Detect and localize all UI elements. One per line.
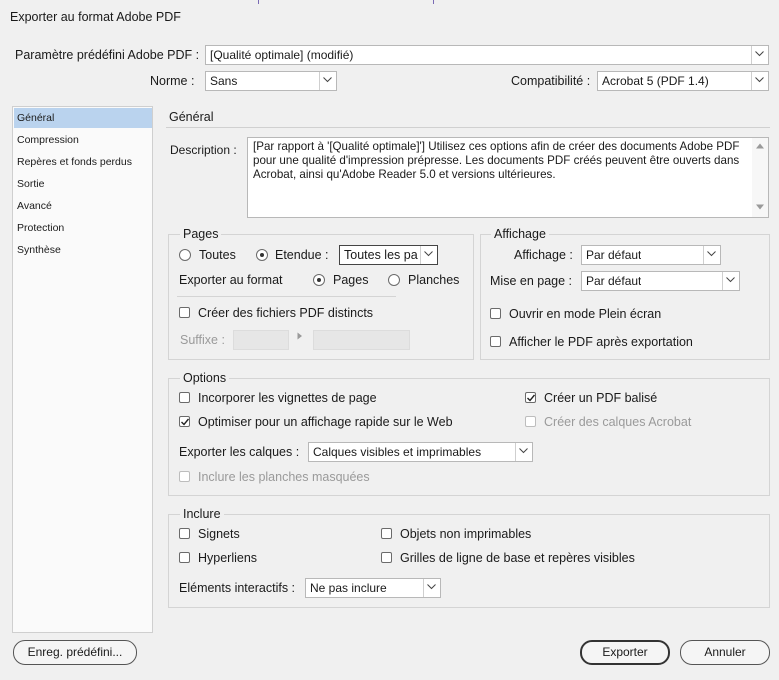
norme-dropdown[interactable]: Sans — [205, 71, 337, 91]
checkbox-balise-label: Créer un PDF balisé — [544, 391, 658, 405]
pages-divider — [177, 296, 396, 297]
checkbox-afficher-apres-label: Afficher le PDF après exportation — [509, 335, 693, 349]
compat-label: Compatibilité : — [511, 74, 591, 88]
title-accent — [433, 0, 434, 4]
export-calques-dropdown[interactable]: Calques visibles et imprimables — [308, 442, 533, 462]
checkbox-plein-ecran-label: Ouvrir en mode Plein écran — [509, 307, 662, 321]
radio-etendue-label: Etendue : — [275, 248, 329, 262]
export-calques-label: Exporter les calques : — [179, 445, 300, 459]
save-preset-button[interactable]: Enreg. prédéfini... — [13, 640, 137, 665]
checkbox-distinct-label: Créer des fichiers PDF distincts — [198, 306, 374, 320]
checkbox-afficher-apres[interactable] — [490, 336, 501, 347]
checkbox-hyperliens[interactable] — [179, 552, 190, 563]
pages-group-label: Pages — [180, 227, 222, 241]
radio-toutes[interactable] — [179, 249, 191, 261]
section-heading: Général — [169, 110, 214, 124]
interactifs-label: Eléments interactifs : — [179, 581, 296, 595]
description-label: Description : — [170, 143, 237, 157]
heading-divider — [166, 127, 770, 128]
category-sidebar: Général Compression Repères et fonds per… — [12, 106, 153, 633]
export-calques-value: Calques visibles et imprimables — [313, 445, 482, 459]
checkbox-objets-label: Objets non imprimables — [400, 527, 532, 541]
checkbox-objets[interactable] — [381, 528, 392, 539]
sidebar-item-synthese[interactable]: Synthèse — [14, 240, 152, 260]
checkbox-vignettes[interactable] — [179, 392, 190, 403]
checkbox-grilles-label: Grilles de ligne de base et repères visi… — [400, 551, 635, 565]
affichage-value: Par défaut — [586, 248, 642, 262]
checkmark-icon — [181, 418, 189, 426]
radio-planches[interactable] — [388, 274, 400, 286]
export-button[interactable]: Exporter — [580, 640, 670, 665]
checkbox-calques-acrobat-label: Créer des calques Acrobat — [544, 415, 692, 429]
radio-pages[interactable] — [313, 274, 325, 286]
preset-dropdown[interactable]: [Qualité optimale] (modifié) — [205, 45, 769, 65]
checkbox-optimiser[interactable] — [179, 416, 190, 427]
suffixe-input[interactable] — [233, 330, 289, 350]
sidebar-item-sortie[interactable]: Sortie — [14, 174, 152, 194]
preset-value: [Qualité optimale] (modifié) — [210, 48, 354, 62]
chevron-down-icon[interactable] — [420, 246, 437, 264]
checkbox-calques-acrobat[interactable] — [525, 416, 536, 427]
affichage-dropdown[interactable]: Par défaut — [581, 245, 721, 265]
inclure-group-label: Inclure — [180, 507, 224, 521]
checkbox-plein-ecran[interactable] — [490, 308, 501, 319]
radio-etendue[interactable] — [256, 249, 268, 261]
checkbox-hyperliens-label: Hyperliens — [198, 551, 258, 565]
sidebar-item-protection[interactable]: Protection — [14, 218, 152, 238]
mise-dropdown[interactable]: Par défaut — [581, 271, 740, 291]
description-text: [Par rapport à '[Qualité optimale]'] Uti… — [253, 140, 740, 181]
options-group-label: Options — [180, 371, 230, 385]
suffixe-preview — [313, 330, 410, 350]
preset-label: Paramètre prédéfini Adobe PDF : — [15, 48, 200, 62]
sidebar-item-general[interactable]: Général — [14, 108, 152, 128]
radio-pages-label: Pages — [333, 273, 369, 287]
chevron-down-icon[interactable] — [751, 46, 768, 64]
cancel-button[interactable]: Annuler — [680, 640, 770, 665]
sidebar-item-compression[interactable]: Compression — [14, 130, 152, 150]
norme-value: Sans — [210, 74, 238, 88]
compat-value: Acrobat 5 (PDF 1.4) — [602, 74, 709, 88]
checkbox-planches-masquees-label: Inclure les planches masquées — [198, 470, 370, 484]
scroll-down-icon[interactable] — [756, 204, 764, 210]
export-format-label: Exporter au format — [179, 273, 283, 287]
radio-toutes-label: Toutes — [199, 248, 236, 262]
chevron-down-icon[interactable] — [423, 579, 440, 597]
sidebar-item-avance[interactable]: Avancé — [14, 196, 152, 216]
checkbox-grilles[interactable] — [381, 552, 392, 563]
checkbox-signets-label: Signets — [198, 527, 240, 541]
checkmark-icon — [527, 394, 535, 402]
chevron-down-icon[interactable] — [751, 72, 768, 90]
scrollbar[interactable] — [752, 138, 768, 217]
chevron-down-icon[interactable] — [703, 246, 720, 264]
compat-dropdown[interactable]: Acrobat 5 (PDF 1.4) — [597, 71, 769, 91]
title-accent — [258, 0, 259, 4]
etendue-value: Toutes les pa — [344, 248, 418, 262]
chevron-down-icon[interactable] — [722, 272, 739, 290]
radio-planches-label: Planches — [408, 273, 460, 287]
checkbox-planches-masquees[interactable] — [179, 471, 190, 482]
arrow-right-icon — [297, 332, 302, 340]
mise-label: Mise en page : — [490, 274, 572, 288]
interactifs-value: Ne pas inclure — [310, 581, 387, 595]
checkbox-balise[interactable] — [525, 392, 536, 403]
affichage-label: Affichage : — [514, 248, 573, 262]
chevron-down-icon[interactable] — [319, 72, 336, 90]
description-textarea[interactable]: [Par rapport à '[Qualité optimale]'] Uti… — [247, 137, 769, 218]
checkbox-signets[interactable] — [179, 528, 190, 539]
sidebar-item-reperes[interactable]: Repères et fonds perdus — [14, 152, 152, 172]
suffixe-label: Suffixe : — [180, 333, 225, 347]
mise-value: Par défaut — [586, 274, 642, 288]
checkbox-optimiser-label: Optimiser pour un affichage rapide sur l… — [198, 415, 453, 429]
norme-label: Norme : — [150, 74, 195, 88]
chevron-down-icon[interactable] — [515, 443, 532, 461]
scroll-up-icon[interactable] — [756, 143, 764, 149]
checkbox-distinct[interactable] — [179, 307, 190, 318]
interactifs-dropdown[interactable]: Ne pas inclure — [305, 578, 441, 598]
checkbox-vignettes-label: Incorporer les vignettes de page — [198, 391, 377, 405]
affichage-group-label: Affichage — [491, 227, 549, 241]
etendue-input[interactable]: Toutes les pa — [339, 245, 438, 265]
window-title: Exporter au format Adobe PDF — [10, 10, 181, 24]
title-bar: Exporter au format Adobe PDF — [0, 0, 779, 34]
